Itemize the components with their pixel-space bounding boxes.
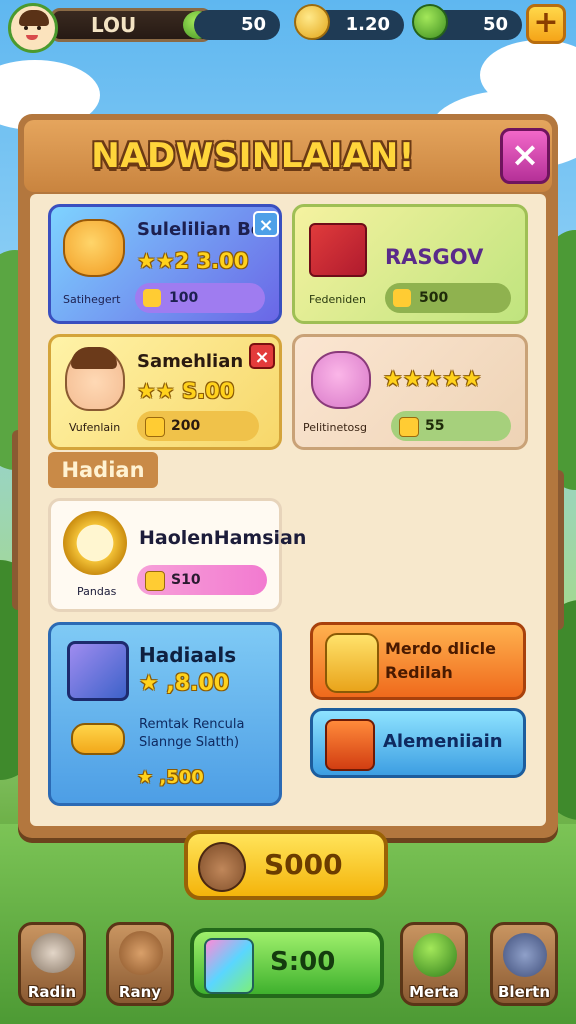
- claim-button-label: S000: [264, 848, 343, 881]
- green-gem-icon: [412, 4, 448, 40]
- pet-icon: [63, 219, 125, 277]
- bottom-nav-merta[interactable]: Merta: [400, 922, 468, 1006]
- gem-counter: 50: [194, 10, 280, 40]
- orange-button-line2: Redilah: [385, 663, 453, 682]
- green-ball-icon: [413, 933, 457, 977]
- card-title: RASGOV: [385, 245, 484, 269]
- card-value-pill: 500: [385, 283, 511, 313]
- panel-title: NADWSINLAIAN!: [91, 136, 415, 176]
- raccoon-icon: [31, 933, 75, 973]
- card-value-pill: S10: [137, 565, 267, 595]
- orange-offer-button[interactable]: Merdo dlicle Redilah: [310, 622, 526, 700]
- coin-icon: [399, 417, 419, 437]
- jar-icon: [325, 633, 379, 693]
- section-label: Hadian: [48, 452, 158, 488]
- card-subtitle: Fedeniden: [309, 293, 366, 306]
- card-value-pill: 200: [137, 411, 259, 441]
- nav-label: Radin: [27, 983, 77, 1001]
- candy-icon: [71, 723, 125, 755]
- card-subtitle: Pandas: [77, 585, 117, 598]
- card-value-pill: 100: [135, 283, 265, 313]
- offer-card-2[interactable]: RASGOV Fedeniden 500: [292, 204, 528, 324]
- shop-panel: NADWSINLAIAN! × Sulelilian Bon ★★2 3.00 …: [18, 114, 558, 838]
- ticket-icon: [325, 719, 375, 771]
- bear-icon: [198, 842, 246, 892]
- bottom-nav-radin[interactable]: Radin: [18, 922, 86, 1006]
- card-subtitle: Vufenlain: [69, 421, 121, 434]
- card-close-button[interactable]: ×: [249, 343, 275, 369]
- card-price: ★ ,8.00: [139, 671, 230, 696]
- pig-pet-icon: [311, 351, 371, 409]
- panel-close-button[interactable]: ×: [500, 128, 550, 184]
- panel-body: Sulelilian Bon ★★2 3.00 × Satihegert 100…: [30, 194, 546, 826]
- character-icon: [65, 347, 125, 411]
- coin-icon: [393, 289, 411, 307]
- card-price: ★★2 3.00: [137, 249, 249, 273]
- offer-card-1[interactable]: Sulelilian Bon ★★2 3.00 × Satihegert 100: [48, 204, 282, 324]
- gold-coin-icon: [294, 4, 330, 40]
- coin-icon: [143, 289, 161, 307]
- nav-label: Blertn: [498, 983, 550, 1001]
- claim-button[interactable]: S000: [184, 830, 388, 900]
- player-avatar[interactable]: [8, 3, 58, 53]
- panel-header: NADWSINLAIAN! ×: [24, 120, 552, 192]
- card-value-pill: 55: [391, 411, 511, 441]
- orange-button-line1: Merdo dlicle: [385, 639, 496, 658]
- blue-offer-button[interactable]: Alemeniiain: [310, 708, 526, 778]
- card-desc-line1: Remtak Rencula: [139, 717, 245, 732]
- player-name: LOU: [91, 13, 137, 37]
- card-stars: ★★★★★: [383, 367, 482, 392]
- add-currency-button[interactable]: +: [526, 4, 566, 44]
- gift-box-icon: [309, 223, 367, 277]
- bear-cub-icon: [119, 931, 163, 975]
- card-close-button[interactable]: ×: [253, 211, 279, 237]
- top-bar: LOU 50 1.20 50 +: [0, 0, 576, 53]
- card-price: ★★ S.00: [137, 379, 235, 403]
- treasure-box-icon: [67, 641, 129, 701]
- coin-icon: [145, 571, 165, 591]
- coin-icon: [145, 417, 165, 437]
- card-subtitle: Satihegert: [63, 293, 121, 306]
- card-title: HaolenHamsian: [139, 527, 307, 549]
- gem-count-2: 50: [482, 14, 508, 35]
- nav-label: Rany: [118, 983, 162, 1001]
- card-title: Samehlian: [137, 351, 244, 372]
- card-subtitle: Pelitinetosg: [303, 421, 367, 434]
- player-name-pill: LOU: [50, 8, 213, 42]
- bottom-nav-blertn[interactable]: Blertn: [490, 922, 558, 1006]
- offer-card-3[interactable]: Samehlian ★★ S.00 × Vufenlain 200: [48, 334, 282, 450]
- gem-count: 50: [240, 14, 266, 35]
- blue-button-label: Alemeniiain: [383, 731, 503, 752]
- bundle-card[interactable]: Hadiaals ★ ,8.00 Remtak Rencula Slannge …: [48, 622, 282, 806]
- potion-icon: [204, 938, 254, 994]
- play-button-label: S:00: [270, 947, 336, 977]
- bottom-nav-rany[interactable]: Rany: [106, 922, 174, 1006]
- card-desc-line2: Slannge Slatth): [139, 735, 240, 750]
- card-bottom-price: ★ ,500: [137, 767, 204, 788]
- play-button[interactable]: S:00: [190, 928, 384, 998]
- feature-card[interactable]: HaolenHamsian Pandas S10: [48, 498, 306, 612]
- monster-icon: [503, 933, 547, 977]
- coin-count: 1.20: [345, 14, 390, 35]
- ring-icon: [63, 511, 127, 575]
- offer-card-4[interactable]: ★★★★★ Pelitinetosg 55: [292, 334, 528, 450]
- card-title: Hadiaals: [139, 643, 237, 667]
- nav-label: Merta: [409, 983, 459, 1001]
